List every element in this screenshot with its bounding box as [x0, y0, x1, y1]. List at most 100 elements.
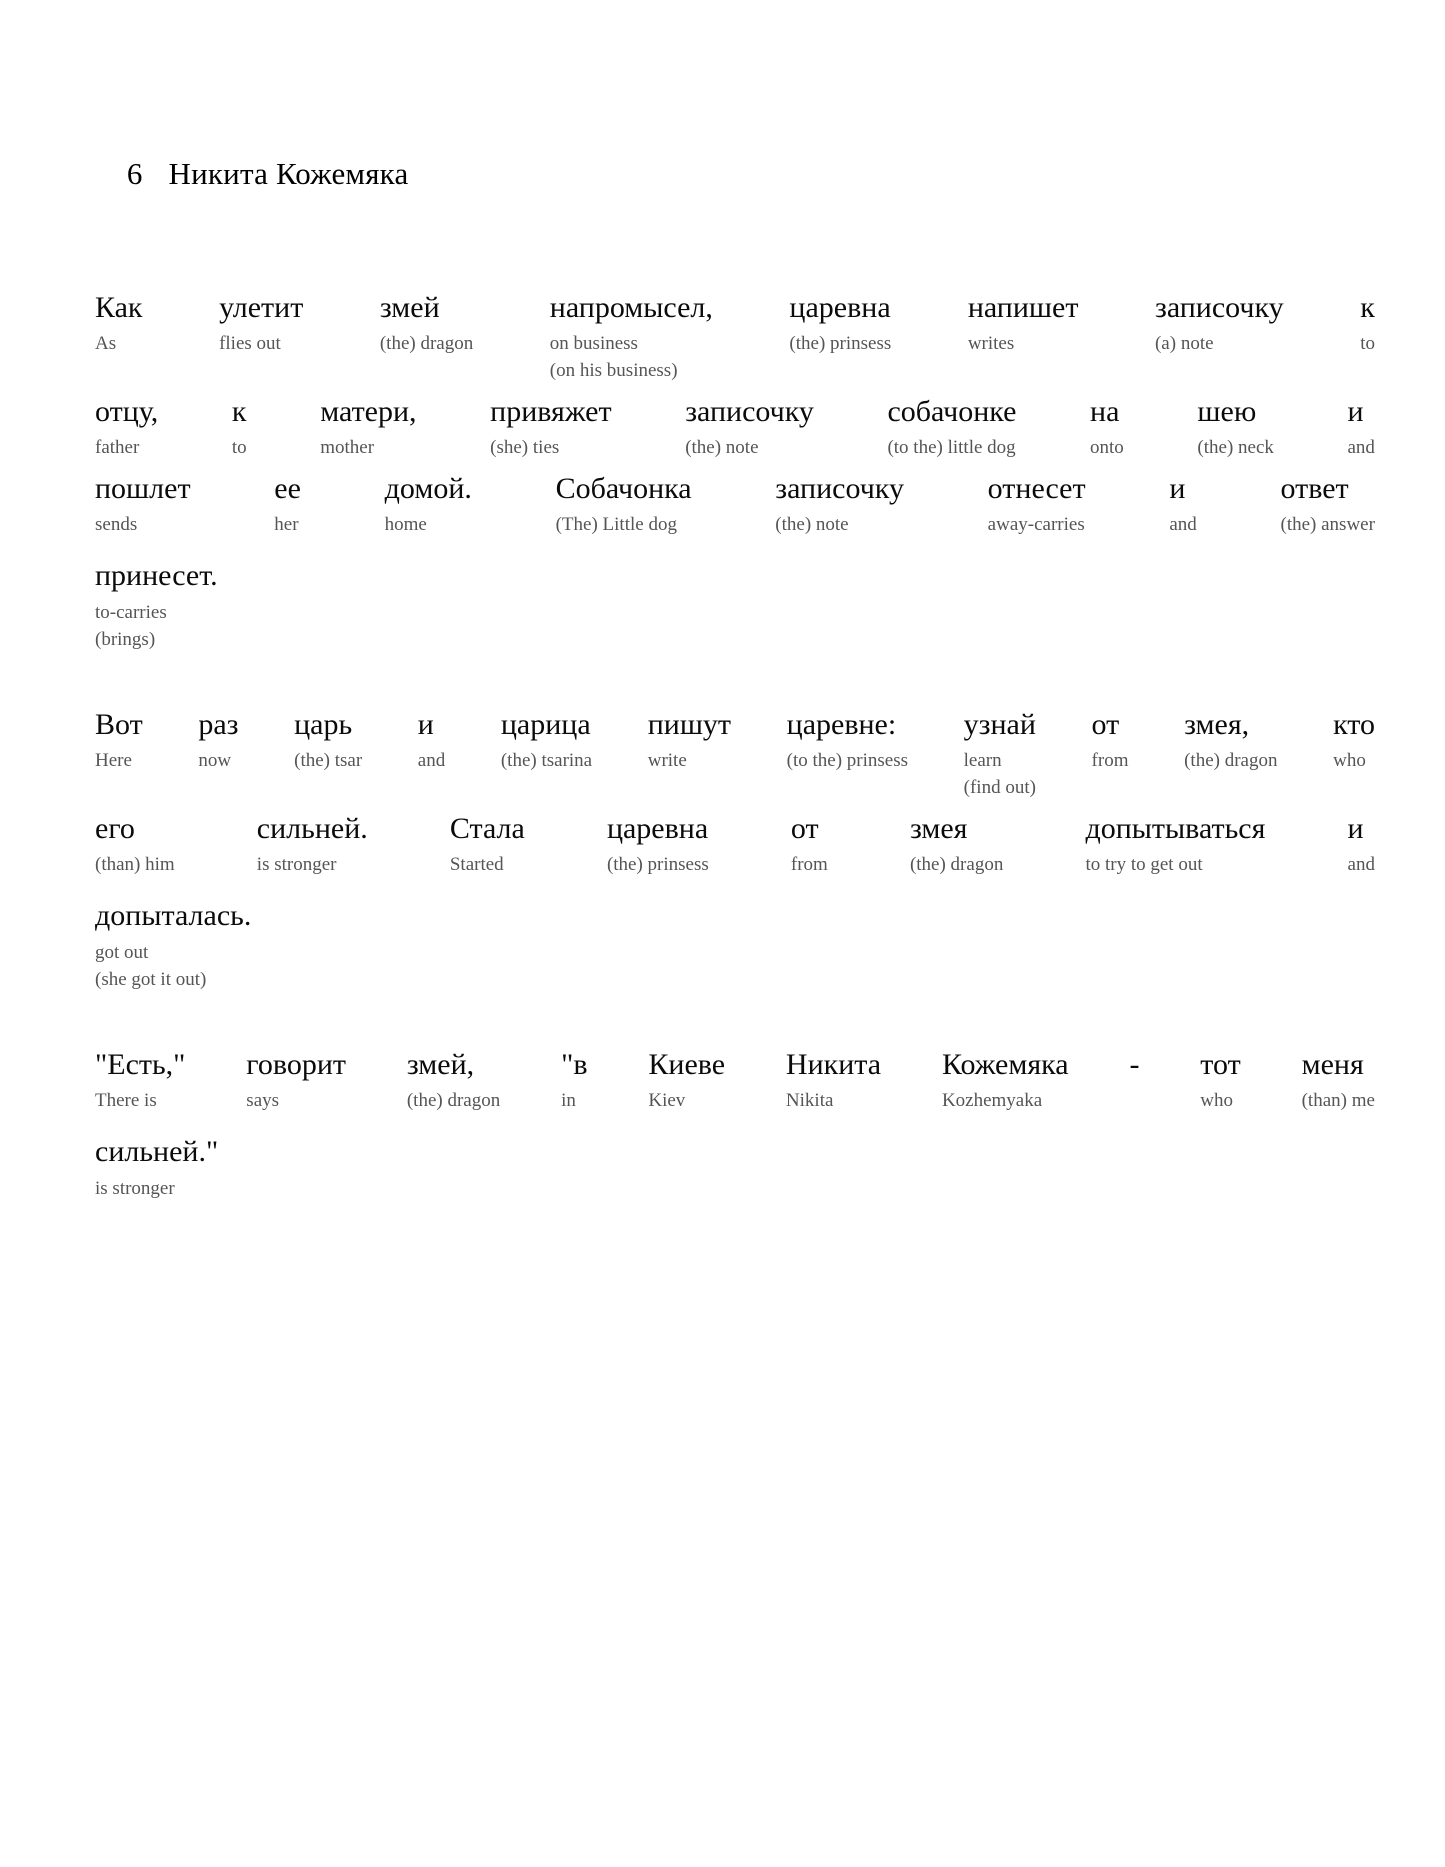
gloss-primary: to-carries [95, 602, 167, 623]
source-word: собачонке [887, 395, 1017, 428]
word-gloss-pair: Вот Here [95, 705, 143, 774]
source-word: на [1090, 395, 1120, 428]
word-gloss-pair: к to [232, 392, 247, 461]
source-word: ответ [1280, 472, 1349, 505]
gloss-primary: (to the) little dog [887, 437, 1016, 458]
gloss-primary: now [198, 750, 232, 771]
word-gloss-pair: записочку (the) note [775, 469, 904, 538]
gloss-primary: mother [320, 437, 375, 458]
word-gloss-pair: собачонке (to the) little dog [887, 392, 1016, 461]
word-gloss-pair: напромысел, on business (on his business) [550, 288, 713, 384]
source-word: говорит [246, 1048, 346, 1081]
word-gloss-pair: улетит flies out [219, 288, 303, 357]
gloss-primary: (than) me [1301, 1090, 1375, 1111]
gloss-primary: (the) dragon [379, 333, 474, 354]
page-title-number: 6 [126, 156, 143, 191]
gloss-primary: and [417, 750, 446, 771]
gloss-primary: got out [95, 942, 149, 963]
word-gloss-pair: сильней. is stronger [257, 809, 368, 878]
source-word: царица [500, 708, 591, 741]
interlinear-tail-line: допыталась. got out (she got it out) [95, 896, 1375, 993]
gloss-primary: (the) prinsess [789, 333, 892, 354]
word-gloss-pair: царевна (the) prinsess [607, 809, 709, 878]
gloss-primary: from [1091, 750, 1129, 771]
gloss-primary: Here [95, 750, 132, 771]
gloss-primary: Kiev [648, 1090, 686, 1111]
gloss-primary: There is [95, 1090, 157, 1111]
gloss-primary: (she) ties [490, 437, 560, 458]
gloss-primary: (the) prinsess [606, 854, 709, 875]
word-gloss-pair: напишет writes [968, 288, 1079, 357]
gloss-primary: (the) tsarina [500, 750, 593, 771]
source-word: раз [198, 708, 239, 741]
source-word: царевне: [786, 708, 897, 741]
word-gloss-pair: шею (the) neck [1197, 392, 1273, 461]
gloss-secondary: (she got it out) [95, 969, 207, 990]
source-word: допытываться [1085, 812, 1266, 845]
document-page: 6 Никита Кожемяка Как As улетит flies out зме… [0, 0, 1445, 1867]
gloss-primary: write [647, 750, 687, 771]
gloss-primary: Nikita [785, 1090, 834, 1111]
gloss-primary: (The) Little dog [555, 514, 677, 535]
word-gloss-pair: от from [1092, 705, 1129, 774]
source-word: Кожемяка [941, 1048, 1069, 1081]
gloss-primary: (the) note [685, 437, 759, 458]
word-gloss-pair: сильней." is stronger [95, 1132, 218, 1202]
word-gloss-pair: кто who [1333, 705, 1375, 774]
interlinear-paragraph: Вот Here раз now царь (the) tsar и and царица (th… [95, 705, 1375, 993]
gloss-primary: (the) neck [1197, 437, 1274, 458]
gloss-primary: her [274, 514, 299, 535]
word-gloss-pair: пошлет sends [95, 469, 191, 538]
word-gloss-pair: его (than) him [95, 809, 175, 878]
source-word: напишет [967, 291, 1079, 324]
source-word: Собачонка [555, 472, 692, 505]
word-gloss-pair: змей (the) dragon [380, 288, 473, 357]
word-gloss-pair: Как As [95, 288, 143, 357]
gloss-primary: and [1347, 854, 1375, 875]
source-word: царь [294, 708, 353, 741]
word-gloss-pair: записочку (a) note [1155, 288, 1284, 357]
source-word: и [1169, 472, 1186, 505]
gloss-secondary: (on his business) [549, 360, 678, 381]
source-word: к [1360, 291, 1375, 324]
source-word: записочку [775, 472, 904, 505]
gloss-primary: to try to get out [1085, 854, 1203, 875]
source-word: шею [1197, 395, 1257, 428]
source-word: царевна [606, 812, 709, 845]
source-word: кто [1333, 708, 1375, 741]
gloss-primary: to [231, 437, 247, 458]
word-gloss-pair: допыталась. got out (she got it out) [95, 896, 251, 993]
source-word: ее [274, 472, 301, 505]
source-word: Стала [449, 812, 525, 845]
source-word: змея [909, 812, 968, 845]
gloss-primary: says [246, 1090, 280, 1111]
page-title-text: Никита Кожемяка [168, 156, 409, 191]
gloss-secondary: (find out) [963, 777, 1036, 798]
word-gloss-pair: царевне: (to the) prinsess [787, 705, 908, 774]
gloss-primary: (than) him [95, 854, 175, 875]
source-word: тот [1200, 1048, 1241, 1081]
word-gloss-pair: змея (the) dragon [910, 809, 1003, 878]
source-word: сильней." [95, 1135, 219, 1168]
source-word: пошлет [95, 472, 191, 505]
word-gloss-pair: к to [1360, 288, 1375, 357]
gloss-primary: who [1333, 750, 1366, 771]
gloss-primary: father [95, 437, 140, 458]
word-gloss-pair: отнесет away-carries [988, 469, 1086, 538]
gloss-primary: (a) note [1154, 333, 1214, 354]
gloss-primary: home [384, 514, 427, 535]
word-gloss-pair: змей, (the) dragon [407, 1045, 500, 1114]
word-gloss-pair: принесет. to-carries (brings) [95, 556, 218, 653]
word-gloss-pair: говорит says [246, 1045, 346, 1114]
word-gloss-pair: царевна (the) prinsess [789, 288, 891, 357]
gloss-primary: who [1200, 1090, 1234, 1111]
interlinear-paragraph: "Есть," There is говорит says змей, (the) dra… [95, 1045, 1375, 1202]
source-word: - [1129, 1048, 1140, 1081]
interlinear-line: отцу, father к to матери, mother привяжет (she)… [95, 392, 1375, 461]
word-gloss-pair: Киеве Kiev [648, 1045, 725, 1114]
word-gloss-pair: тот who [1200, 1045, 1240, 1114]
gloss-primary: and [1169, 514, 1197, 535]
source-word: царевна [789, 291, 891, 324]
gloss-primary: As [95, 333, 117, 354]
interlinear-paragraph: Как As улетит flies out змей (the) dragon напр… [95, 288, 1375, 653]
